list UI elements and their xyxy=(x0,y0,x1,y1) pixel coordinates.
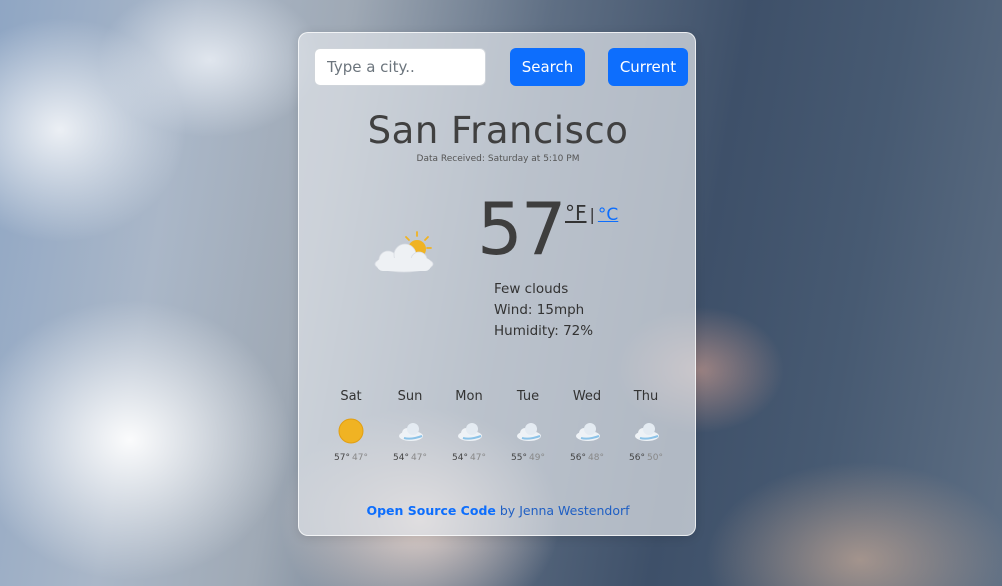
unit-toggle: °F | °C xyxy=(565,201,618,225)
sun-icon xyxy=(338,418,364,444)
cloud-icon xyxy=(458,423,482,441)
search-button[interactable]: Search xyxy=(510,48,585,86)
forecast-day: Mon 54° 47° xyxy=(440,389,498,463)
weather-card: Search Current San Francisco Data Receiv… xyxy=(298,32,696,536)
forecast-high: 57° xyxy=(334,453,350,463)
author-link[interactable]: Jenna Westendorf xyxy=(519,503,629,518)
fahrenheit-link[interactable]: °F xyxy=(565,201,587,225)
forecast-temps: 56° 50° xyxy=(617,453,675,463)
cloud-icon xyxy=(517,423,541,441)
open-source-code-link[interactable]: Open Source Code xyxy=(366,503,495,518)
forecast-day: Sat 57° 47° xyxy=(322,389,380,463)
forecast-day: Tue 55° 49° xyxy=(499,389,557,463)
cloud-icon xyxy=(576,423,600,441)
forecast-temps: 56° 48° xyxy=(558,453,616,463)
humidity: Humidity: 72% xyxy=(494,323,594,339)
forecast-temps: 54° 47° xyxy=(381,453,439,463)
city-name: San Francisco xyxy=(367,109,629,152)
cloud-icon xyxy=(399,423,423,441)
wind-speed: Wind: 15mph xyxy=(494,302,585,318)
forecast-low: 50° xyxy=(647,453,663,463)
credit-by: by xyxy=(499,503,516,518)
received-time: Saturday at 5:10 PM xyxy=(487,154,580,164)
forecast-day: Wed 56° 48° xyxy=(558,389,616,463)
forecast-day: Sun 54° 47° xyxy=(381,389,439,463)
forecast-low: 47° xyxy=(411,453,427,463)
current-location-button[interactable]: Current xyxy=(608,48,688,86)
forecast-low: 48° xyxy=(588,453,604,463)
forecast-day-name: Mon xyxy=(455,389,483,404)
cloud-icon xyxy=(635,423,659,441)
forecast-low: 47° xyxy=(352,453,368,463)
few-clouds-day-icon xyxy=(374,231,434,273)
forecast-day-name: Thu xyxy=(633,389,659,404)
forecast-day-name: Sun xyxy=(397,389,423,404)
forecast-day-name: Wed xyxy=(572,389,602,404)
unit-separator: | xyxy=(589,205,595,224)
celsius-link[interactable]: °C xyxy=(598,205,618,225)
current-temperature: 57 xyxy=(477,187,567,271)
forecast-high: 54° xyxy=(452,453,468,463)
forecast-temps: 54° 47° xyxy=(440,453,498,463)
forecast-high: 56° xyxy=(570,453,586,463)
weather-details: Few clouds Wind: 15mph Humidity: 72% xyxy=(494,279,593,342)
forecast-day-name: Tue xyxy=(516,389,540,404)
forecast-high: 55° xyxy=(511,453,527,463)
city-search-input[interactable] xyxy=(314,48,486,86)
footer-credit: Open Source Code by Jenna Westendorf xyxy=(299,503,697,518)
forecast-temps: 55° 49° xyxy=(499,453,557,463)
forecast-temps: 57° 47° xyxy=(322,453,380,463)
forecast-day-name: Sat xyxy=(340,389,362,404)
forecast-row: Sat 57°47° Sun 54°47° Mon 54°47° Tue xyxy=(322,389,682,479)
forecast-day: Thu 56° 50° xyxy=(617,389,675,463)
forecast-low: 49° xyxy=(529,453,545,463)
weather-description: Few clouds xyxy=(494,281,569,297)
forecast-low: 47° xyxy=(470,453,486,463)
forecast-high: 54° xyxy=(393,453,409,463)
received-label: Data Received: xyxy=(416,154,485,164)
data-received-timestamp: Data Received: Saturday at 5:10 PM xyxy=(299,154,697,164)
forecast-high: 56° xyxy=(629,453,645,463)
